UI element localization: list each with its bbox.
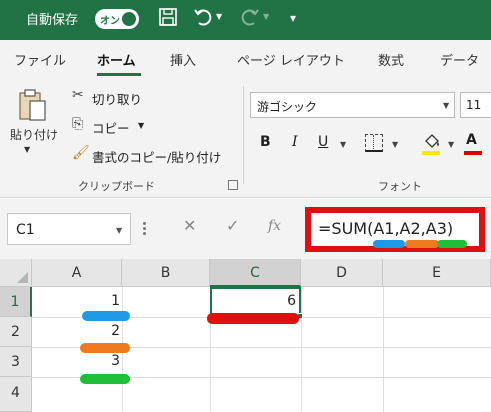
font-color-swatch — [464, 151, 482, 155]
cell-a2[interactable]: 2 — [32, 323, 120, 339]
undo-icon[interactable] — [193, 6, 213, 35]
clipboard-launcher-icon[interactable] — [228, 180, 238, 190]
undo-dropdown-icon[interactable]: ▼ — [216, 12, 222, 21]
borders-dropdown-icon[interactable]: ▼ — [392, 140, 398, 149]
tab-data[interactable]: データ — [440, 50, 479, 69]
customize-toolbar-icon[interactable]: ▾ — [290, 6, 296, 30]
cell-a1[interactable]: 1 — [32, 293, 120, 309]
copy-dropdown-icon[interactable]: ▼ — [138, 121, 144, 130]
select-all-icon — [17, 272, 28, 283]
blue-marker — [82, 311, 130, 321]
cut-button[interactable]: 切り取り — [92, 89, 142, 108]
redo-dropdown-icon[interactable]: ▼ — [263, 12, 269, 21]
column-header-b[interactable]: B — [122, 259, 210, 287]
a1-highlight — [373, 240, 405, 248]
column-header-c[interactable]: C — [210, 259, 301, 287]
font-size-select[interactable]: 11 — [460, 92, 491, 118]
font-name-select[interactable]: 游ゴシック ▼ — [250, 92, 455, 118]
active-tab-indicator — [97, 73, 141, 76]
copy-button[interactable]: コピー — [92, 118, 130, 137]
paste-dropdown-icon[interactable]: ▼ — [24, 145, 30, 154]
borders-icon[interactable] — [365, 134, 383, 152]
paste-icon[interactable] — [18, 88, 48, 122]
cancel-icon[interactable]: ✕ — [183, 216, 196, 235]
name-box[interactable]: C1 ▼ — [7, 213, 131, 245]
autosave-label: 自動保存 — [26, 13, 79, 28]
tab-home[interactable]: ホーム — [97, 50, 136, 69]
tab-file[interactable]: ファイル — [14, 50, 66, 69]
row-header-2[interactable]: 2 — [0, 317, 32, 347]
redo-icon[interactable] — [240, 6, 260, 35]
copy-icon[interactable]: ⎘ — [72, 116, 83, 132]
format-painter-button[interactable]: 書式のコピー/貼り付け — [92, 147, 221, 166]
row-header-3[interactable]: 3 — [0, 347, 32, 377]
row-header-1[interactable]: 1 — [0, 287, 32, 317]
row-header-4[interactable]: 4 — [0, 377, 32, 412]
font-name-value: 游ゴシック — [257, 100, 318, 114]
insert-function-icon[interactable]: fx — [268, 218, 281, 234]
format-painter-icon[interactable]: 🖌 — [72, 145, 90, 161]
group-separator — [243, 86, 244, 184]
clipboard-group-label: クリップボード — [78, 180, 155, 193]
formula-text: =SUM(A1,A2,A3) — [318, 219, 454, 238]
splitter-handle[interactable] — [143, 222, 147, 236]
tab-formulas[interactable]: 数式 — [378, 50, 404, 69]
fill-color-swatch — [422, 151, 440, 155]
orange-marker — [80, 343, 130, 353]
cut-icon[interactable]: ✂ — [72, 87, 84, 103]
font-group-label: フォント — [378, 180, 422, 193]
name-box-value: C1 — [16, 222, 35, 238]
red-marker — [207, 313, 299, 324]
paste-button[interactable]: 貼り付け — [10, 126, 58, 143]
tab-page-layout[interactable]: ページ レイアウト — [237, 50, 345, 69]
gridline — [383, 287, 384, 412]
fill-color-dropdown-icon[interactable]: ▼ — [448, 140, 454, 149]
tab-insert[interactable]: 挿入 — [170, 50, 196, 69]
underline-dropdown-icon[interactable]: ▼ — [340, 140, 346, 149]
green-marker — [80, 374, 130, 384]
chevron-down-icon: ▼ — [116, 226, 123, 235]
column-header-a[interactable]: A — [32, 259, 122, 287]
formula-input[interactable]: =SUM(A1,A2,A3) — [305, 207, 485, 252]
cell-a3[interactable]: 3 — [32, 353, 120, 369]
chevron-down-icon: ▼ — [443, 101, 450, 110]
a2-highlight — [405, 240, 439, 248]
autosave-toggle[interactable]: オン — [95, 9, 139, 29]
column-header-d[interactable]: D — [301, 259, 383, 287]
font-color-icon[interactable]: A — [466, 132, 477, 148]
enter-icon[interactable]: ✓ — [226, 216, 239, 235]
autosave-toggle-label: オン — [100, 16, 120, 27]
bold-button[interactable]: B — [260, 134, 271, 150]
a3-highlight — [437, 240, 467, 248]
italic-button[interactable]: I — [292, 134, 298, 150]
toggle-knob — [122, 12, 136, 26]
save-icon[interactable] — [158, 6, 178, 35]
column-header-e[interactable]: E — [383, 259, 491, 287]
cell-c1[interactable]: 6 — [212, 293, 296, 309]
font-size-value: 11 — [466, 98, 482, 112]
gridline — [301, 287, 302, 412]
underline-button[interactable]: U — [318, 134, 328, 150]
